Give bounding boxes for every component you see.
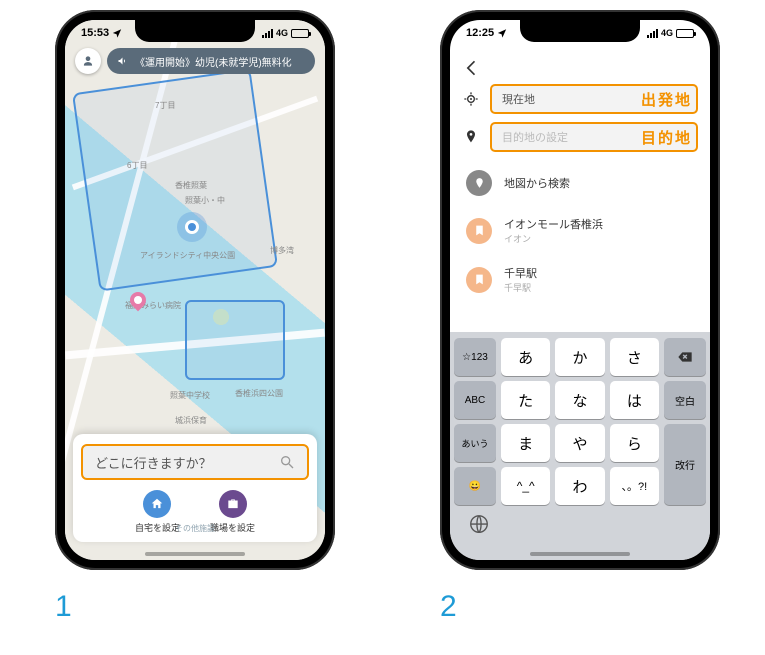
list-item[interactable]: 千早駅 千早駅 <box>462 255 698 304</box>
dest-placeholder: 目的地の設定 <box>502 129 568 145</box>
key-a[interactable]: あ <box>501 338 550 376</box>
list-item-title: イオンモール香椎浜 <box>504 216 603 232</box>
battery-icon <box>676 29 694 38</box>
phone-mock-1: 15:53 4G 7丁目 6丁目 香椎照葉 照葉小・中 アイランドシティ中央公園… <box>55 10 335 570</box>
signal-icon <box>262 29 273 38</box>
map-search-label: 地図から検索 <box>504 175 570 191</box>
bookmark-icon <box>466 218 492 244</box>
key-ya[interactable]: や <box>555 424 604 462</box>
megaphone-icon <box>117 55 129 67</box>
key-space[interactable]: 空白 <box>664 381 706 419</box>
announcement-banner[interactable]: 《運用開始》幼児(未就学児)無料化 <box>107 48 315 74</box>
origin-value: 現在地 <box>502 91 535 107</box>
map-search-row[interactable]: 地図から検索 <box>462 160 698 206</box>
bottom-sheet: どこに行きますか？ 自宅を設定 職場を設定 その他施設 <box>73 434 317 542</box>
key-return[interactable]: 改行 <box>664 424 706 505</box>
network-label: 4G <box>276 28 288 38</box>
backspace-icon <box>677 349 693 365</box>
crosshair-icon <box>462 90 480 108</box>
list-item-sub: 千早駅 <box>504 281 537 294</box>
map-label: 照葉中学校 <box>170 390 210 401</box>
notch <box>520 20 640 42</box>
work-shortcut[interactable]: 職場を設定 <box>210 490 255 534</box>
key-num[interactable]: ☆123 <box>454 338 496 376</box>
key-emoji[interactable]: 😀 <box>454 467 496 505</box>
globe-button[interactable] <box>468 513 490 540</box>
key-ta[interactable]: た <box>501 381 550 419</box>
key-ra[interactable]: ら <box>610 424 659 462</box>
globe-icon <box>468 513 490 535</box>
key-punct[interactable]: 、。?! <box>610 467 659 505</box>
profile-button[interactable] <box>75 48 101 74</box>
arrow-left-icon <box>462 58 482 78</box>
search-icon <box>279 454 295 470</box>
home-shortcut-label: 自宅を設定 <box>135 521 180 534</box>
step-number-1: 1 <box>55 590 72 624</box>
origin-input[interactable]: 現在地 <box>490 84 698 114</box>
pin-icon <box>462 128 480 146</box>
home-indicator[interactable] <box>530 552 630 556</box>
key-sa[interactable]: さ <box>610 338 659 376</box>
suggestions-list: 地図から検索 イオンモール香椎浜 イオン 千早駅 千早駅 <box>450 160 710 304</box>
map-label: 6丁目 <box>127 160 147 171</box>
current-location-dot <box>185 220 199 234</box>
map-label: 城浜保育 <box>175 415 207 426</box>
list-item-sub: イオン <box>504 232 603 245</box>
step-number-2: 2 <box>440 590 457 624</box>
search-placeholder: どこに行きますか？ <box>95 453 212 472</box>
screen-2: 12:25 4G 現在地 出発地 <box>450 20 710 560</box>
location-arrow-icon <box>497 28 507 38</box>
header <box>450 50 710 86</box>
list-item-title: 千早駅 <box>504 265 537 281</box>
network-label: 4G <box>661 28 673 38</box>
origin-row: 現在地 出発地 <box>462 84 698 114</box>
map-label: アイランドシティ中央公園 <box>140 250 235 261</box>
map-label: 照葉小・中 <box>185 195 225 206</box>
work-shortcut-label: 職場を設定 <box>210 521 255 534</box>
announcement-text: 《運用開始》幼児(未就学児)無料化 <box>135 54 292 69</box>
location-arrow-icon <box>112 28 122 38</box>
key-kana[interactable]: あいう <box>454 424 496 462</box>
home-shortcut[interactable]: 自宅を設定 <box>135 490 180 534</box>
screen-1: 15:53 4G 7丁目 6丁目 香椎照葉 照葉小・中 アイランドシティ中央公園… <box>65 20 325 560</box>
map-label: 香椎照葉 <box>175 180 207 191</box>
status-time: 15:53 <box>81 27 109 39</box>
map-footer-text: その他施設 <box>175 523 215 534</box>
key-na[interactable]: な <box>555 381 604 419</box>
search-input[interactable]: どこに行きますか？ <box>81 444 309 480</box>
key-ha[interactable]: は <box>610 381 659 419</box>
software-keyboard: ☆123 あ か さ ABC た な は 空白 あいう ま や ら 改行 😀 ^… <box>450 332 710 560</box>
map-label: 香椎浜四公園 <box>235 388 283 399</box>
key-kaomoji[interactable]: ^_^ <box>501 467 550 505</box>
bookmark-icon <box>466 267 492 293</box>
briefcase-icon <box>219 490 247 518</box>
key-ka[interactable]: か <box>555 338 604 376</box>
user-icon <box>81 54 95 68</box>
signal-icon <box>647 29 658 38</box>
map-label: 7丁目 <box>155 100 175 111</box>
route-fields: 現在地 出発地 目的地の設定 目的地 <box>450 84 710 160</box>
top-bar: 《運用開始》幼児(未就学児)無料化 <box>75 48 315 74</box>
map-pin-icon <box>466 170 492 196</box>
notch <box>135 20 255 42</box>
map-label: 博多湾 <box>270 245 294 256</box>
key-wa[interactable]: わ <box>555 467 604 505</box>
dest-row: 目的地の設定 目的地 <box>462 122 698 152</box>
dest-input[interactable]: 目的地の設定 <box>490 122 698 152</box>
status-time: 12:25 <box>466 27 494 39</box>
key-backspace[interactable] <box>664 338 706 376</box>
home-indicator[interactable] <box>145 552 245 556</box>
back-button[interactable] <box>462 58 482 78</box>
battery-icon <box>291 29 309 38</box>
key-abc[interactable]: ABC <box>454 381 496 419</box>
key-ma[interactable]: ま <box>501 424 550 462</box>
list-item[interactable]: イオンモール香椎浜 イオン <box>462 206 698 255</box>
home-icon <box>143 490 171 518</box>
phone-mock-2: 12:25 4G 現在地 出発地 <box>440 10 720 570</box>
